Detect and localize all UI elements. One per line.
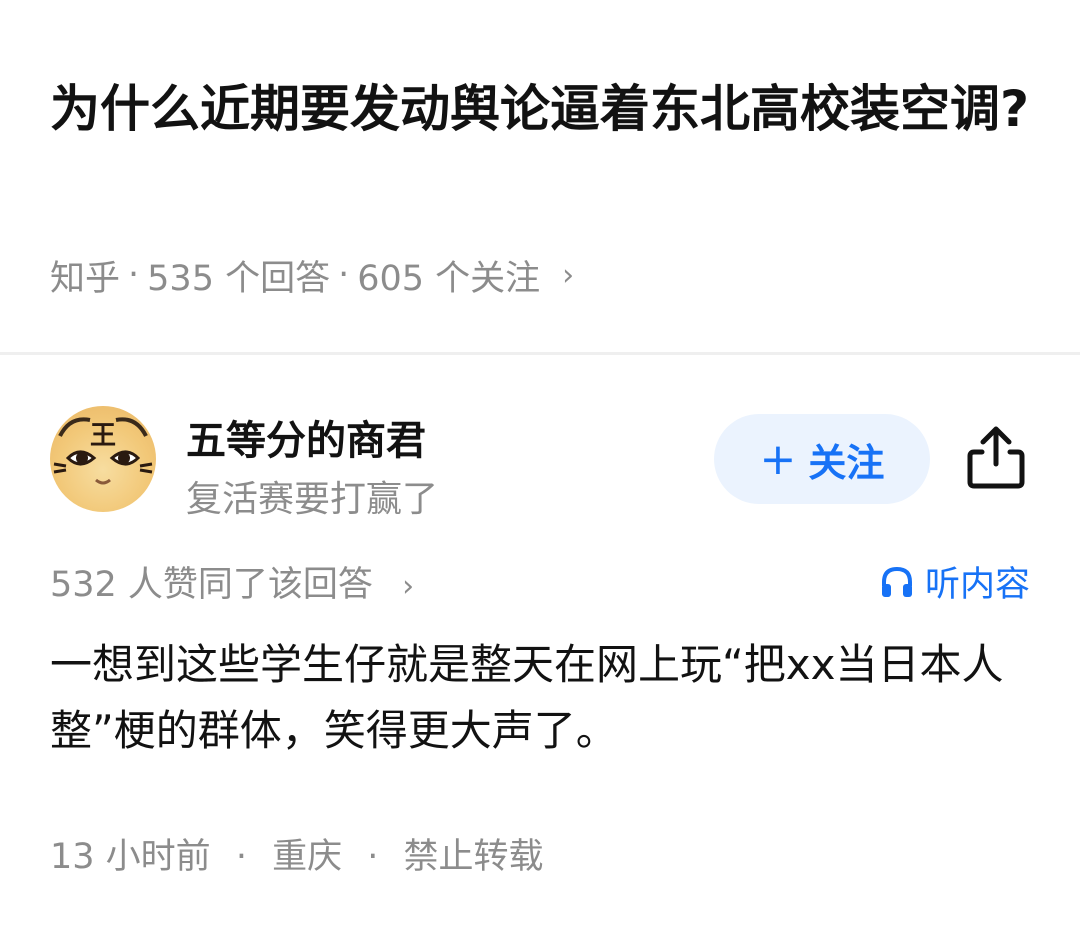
headphones-icon bbox=[881, 566, 912, 597]
question-title[interactable]: 为什么近期要发动舆论逼着东北高校装空调? bbox=[50, 66, 1040, 152]
author-name[interactable]: 五等分的商君 bbox=[186, 408, 426, 466]
follow-button[interactable]: + 关注 bbox=[714, 414, 930, 504]
listen-button[interactable]: 听内容 bbox=[879, 556, 1030, 607]
listen-label: 听内容 bbox=[924, 565, 1030, 605]
copyright-notice: 禁止转载 bbox=[403, 837, 544, 877]
answer-time: 13 小时前 bbox=[50, 837, 211, 877]
question-meta[interactable]: 知乎 · 535 个回答 · 605 个关注 › bbox=[50, 250, 574, 300]
avatar[interactable]: 王 bbox=[50, 406, 156, 512]
chevron-right-icon: › bbox=[402, 569, 415, 604]
upvote-summary[interactable]: 532 人赞同了该回答 › bbox=[50, 556, 414, 607]
source-label: 知乎 bbox=[50, 258, 121, 299]
footer-separator: · bbox=[367, 837, 379, 877]
plus-icon: + bbox=[759, 433, 797, 485]
avatar-glyph: 王 bbox=[90, 421, 116, 451]
meta-separator: · bbox=[128, 255, 140, 295]
author-bio: 复活赛要打赢了 bbox=[186, 479, 439, 520]
follow-button-label: 关注 bbox=[808, 440, 885, 485]
section-divider bbox=[0, 352, 1080, 355]
upvote-count-text: 532 人赞同了该回答 bbox=[50, 565, 373, 605]
answer-content[interactable]: 一想到这些学生仔就是整天在网上玩“把xx当日本人整”梗的群体，笑得更大声了。 bbox=[50, 632, 1040, 764]
footer-separator: · bbox=[235, 837, 247, 877]
answer-location: 重庆 bbox=[272, 837, 343, 877]
answer-footer: 13 小时前 · 重庆 · 禁止转载 bbox=[50, 828, 544, 879]
meta-separator: · bbox=[338, 255, 350, 295]
share-icon[interactable] bbox=[966, 424, 1026, 490]
answer-count: 535 个回答 bbox=[147, 258, 331, 299]
tiger-face-icon: 王 bbox=[53, 417, 153, 485]
follow-count: 605 个关注 bbox=[357, 258, 541, 299]
chevron-right-icon: › bbox=[562, 257, 575, 293]
